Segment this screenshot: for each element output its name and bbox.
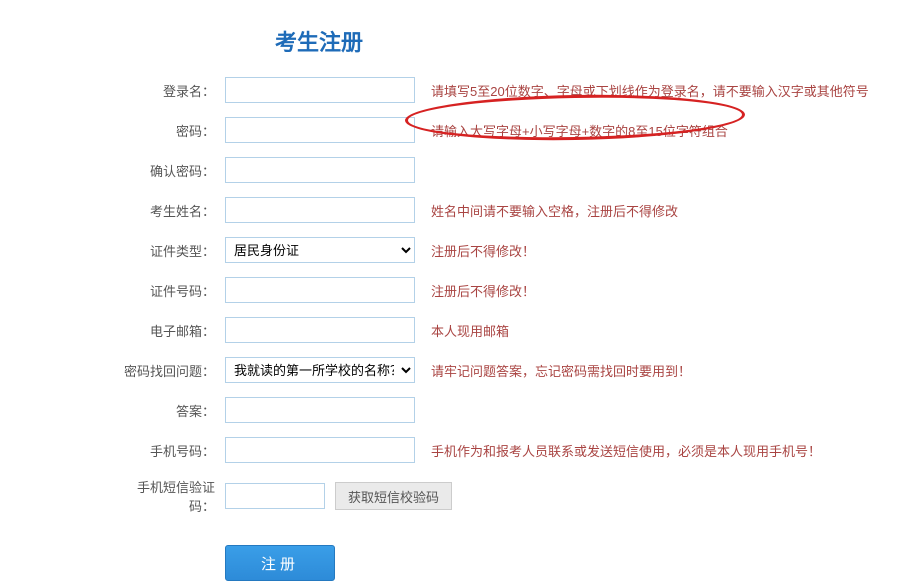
page-title: 考生注册 xyxy=(275,25,913,57)
hint-student-name: 姓名中间请不要输入空格，注册后不得修改 xyxy=(431,201,678,220)
hint-phone: 手机作为和报考人员联系或发送短信使用，必须是本人现用手机号！ xyxy=(431,441,821,460)
row-submit: 注册 xyxy=(225,545,913,581)
phone-input[interactable] xyxy=(225,437,415,463)
row-confirm-password: 确认密码： xyxy=(120,157,913,183)
row-login-name: 登录名： 请填写5至20位数字、字母或下划线作为登录名，请不要输入汉字或其他符号 xyxy=(120,77,913,103)
label-answer: 答案： xyxy=(120,401,215,420)
label-student-name: 考生姓名： xyxy=(120,201,215,220)
label-login-name: 登录名： xyxy=(120,81,215,100)
email-input[interactable] xyxy=(225,317,415,343)
label-email: 电子邮箱： xyxy=(120,321,215,340)
login-name-input[interactable] xyxy=(225,77,415,103)
answer-input[interactable] xyxy=(225,397,415,423)
password-input[interactable] xyxy=(225,117,415,143)
label-security-question: 密码找回问题： xyxy=(120,361,215,380)
hint-email: 本人现用邮箱 xyxy=(431,321,509,340)
label-sms-code: 手机短信验证码： xyxy=(120,477,215,515)
row-sms-code: 手机短信验证码： 获取短信校验码 xyxy=(120,477,913,515)
label-phone: 手机号码： xyxy=(120,441,215,460)
id-number-input[interactable] xyxy=(225,277,415,303)
hint-id-number: 注册后不得修改！ xyxy=(431,281,535,300)
submit-button[interactable]: 注册 xyxy=(225,545,335,581)
row-password: 密码： 请输入大写字母+小写字母+数字的8至15位字符组合 xyxy=(120,117,913,143)
hint-password: 请输入大写字母+小写字母+数字的8至15位字符组合 xyxy=(431,121,728,140)
row-security-question: 密码找回问题： 我就读的第一所学校的名称？ 请牢记问题答案，忘记密码需找回时要用… xyxy=(120,357,913,383)
hint-id-type: 注册后不得修改！ xyxy=(431,241,535,260)
label-password: 密码： xyxy=(120,121,215,140)
row-student-name: 考生姓名： 姓名中间请不要输入空格，注册后不得修改 xyxy=(120,197,913,223)
row-email: 电子邮箱： 本人现用邮箱 xyxy=(120,317,913,343)
row-phone: 手机号码： 手机作为和报考人员联系或发送短信使用，必须是本人现用手机号！ xyxy=(120,437,913,463)
label-id-number: 证件号码： xyxy=(120,281,215,300)
label-confirm-password: 确认密码： xyxy=(120,161,215,180)
sms-code-input[interactable] xyxy=(225,483,325,509)
row-id-type: 证件类型： 居民身份证 注册后不得修改！ xyxy=(120,237,913,263)
get-sms-button[interactable]: 获取短信校验码 xyxy=(335,482,452,510)
label-id-type: 证件类型： xyxy=(120,241,215,260)
security-question-select[interactable]: 我就读的第一所学校的名称？ xyxy=(225,357,415,383)
student-name-input[interactable] xyxy=(225,197,415,223)
id-type-select[interactable]: 居民身份证 xyxy=(225,237,415,263)
row-id-number: 证件号码： 注册后不得修改！ xyxy=(120,277,913,303)
hint-security-question: 请牢记问题答案，忘记密码需找回时要用到！ xyxy=(431,361,691,380)
row-answer: 答案： xyxy=(120,397,913,423)
hint-login-name: 请填写5至20位数字、字母或下划线作为登录名，请不要输入汉字或其他符号 xyxy=(431,81,869,100)
confirm-password-input[interactable] xyxy=(225,157,415,183)
